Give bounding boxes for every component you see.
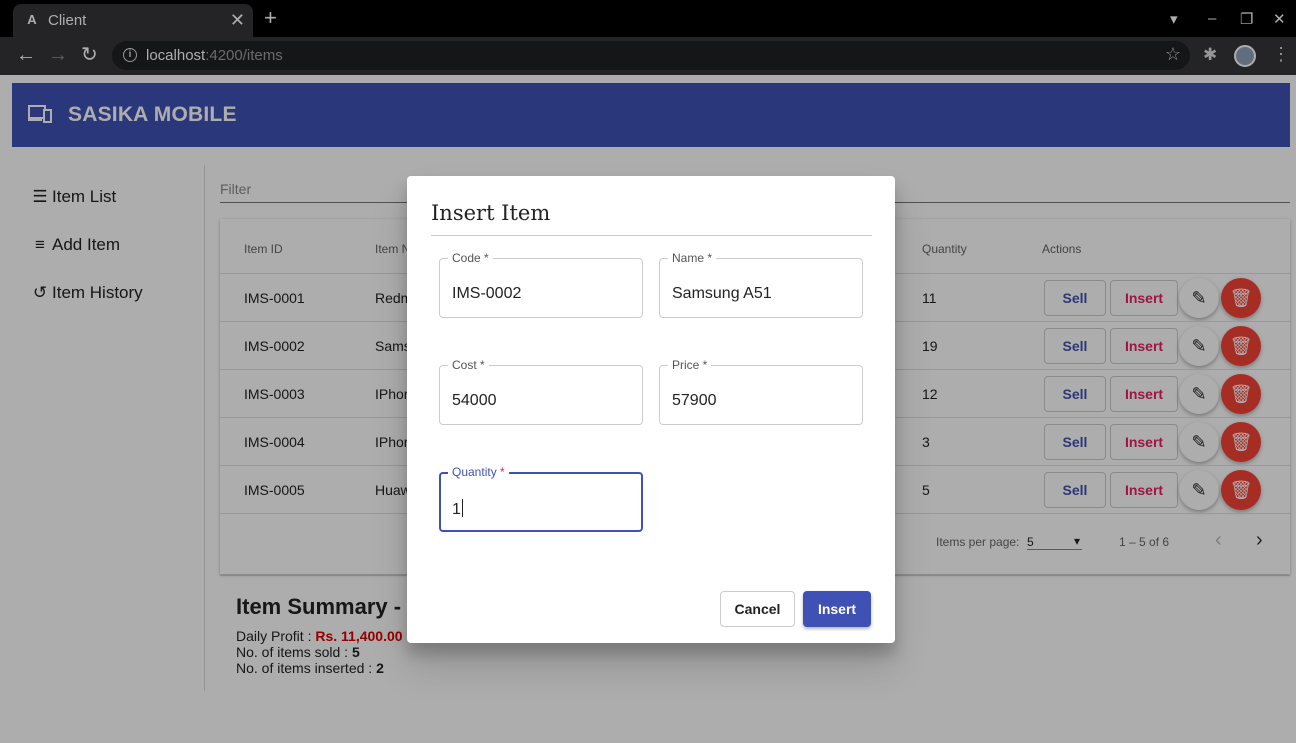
cancel-button[interactable]: Cancel (720, 591, 795, 627)
name-value: Samsung A51 (672, 285, 772, 302)
insert-submit-button[interactable]: Insert (803, 591, 871, 627)
insert-item-dialog: Insert Item Code * IMS-0002 Name * Samsu… (407, 176, 895, 643)
price-field[interactable]: Price * 57900 (659, 358, 863, 425)
quantity-label: Quantity * (448, 465, 509, 479)
code-label: Code * (448, 251, 493, 265)
dialog-divider (431, 235, 872, 236)
code-value: IMS-0002 (452, 285, 522, 302)
dialog-title: Insert Item (431, 201, 551, 225)
name-label: Name * (668, 251, 717, 265)
quantity-field[interactable]: Quantity * 1 (439, 465, 643, 532)
text-caret (461, 499, 463, 517)
name-field[interactable]: Name * Samsung A51 (659, 251, 863, 318)
cost-value: 54000 (452, 392, 497, 409)
code-field[interactable]: Code * IMS-0002 (439, 251, 643, 318)
price-label: Price * (668, 358, 712, 372)
price-value: 57900 (672, 392, 717, 409)
cost-field[interactable]: Cost * 54000 (439, 358, 643, 425)
quantity-value: 1 (452, 499, 463, 518)
cost-label: Cost * (448, 358, 489, 372)
